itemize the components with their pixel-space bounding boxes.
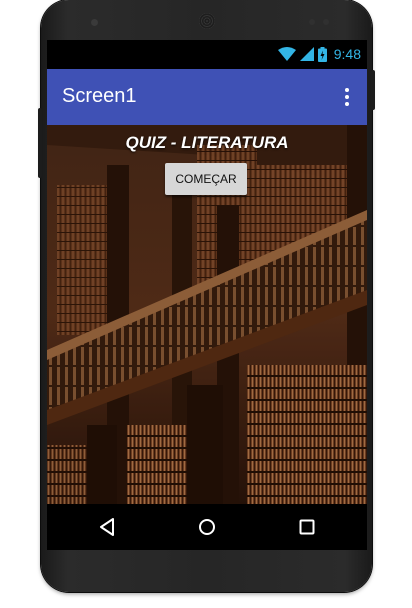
navigation-bar (47, 504, 367, 550)
earpiece-speaker (199, 13, 215, 29)
app-title: Screen1 (62, 85, 137, 107)
start-button[interactable]: COMEÇAR (165, 163, 247, 195)
more-vert-icon[interactable] (337, 86, 357, 108)
sensor-dot (323, 19, 329, 25)
signal-icon (299, 47, 314, 61)
home-icon[interactable] (187, 504, 227, 550)
quiz-title: QUIZ - LITERATURA (125, 133, 289, 152)
app-bar: Screen1 (47, 69, 367, 125)
side-button (371, 70, 375, 110)
content-area: QUIZ - LITERATURA COMEÇAR (47, 125, 367, 504)
recents-icon[interactable] (287, 504, 327, 550)
battery-icon (317, 46, 327, 62)
side-button (38, 108, 42, 178)
sensor-dot (309, 19, 315, 25)
back-icon[interactable] (87, 504, 127, 550)
wifi-icon (277, 47, 296, 61)
phone-screen: 9:48 Screen1 QUIZ - LITERATURA COMEÇAR (47, 40, 367, 550)
status-time: 9:48 (333, 46, 361, 62)
front-camera (91, 19, 98, 26)
status-bar: 9:48 (47, 40, 367, 69)
